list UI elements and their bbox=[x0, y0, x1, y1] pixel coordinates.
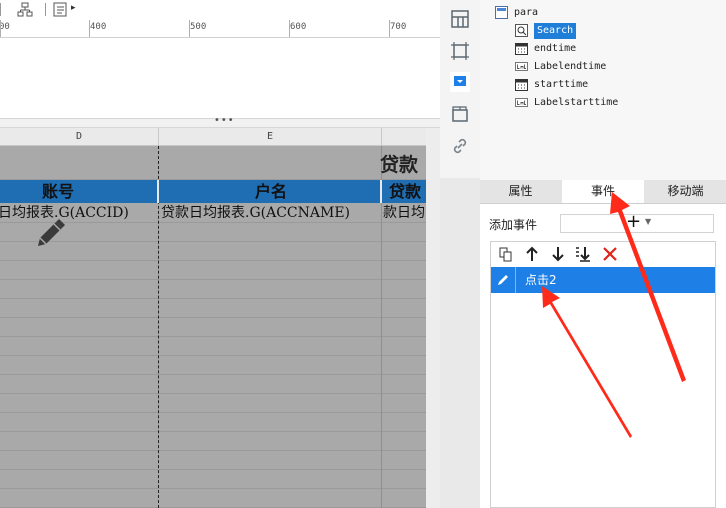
ruler-label: 700 bbox=[390, 22, 407, 32]
edit-event-button[interactable] bbox=[491, 267, 516, 293]
panel-tabs: 属性 事件 移动端 bbox=[480, 180, 726, 204]
tree-item-label: para bbox=[514, 7, 539, 18]
chevron-down-icon[interactable]: ▼ bbox=[645, 217, 651, 226]
plus-icon[interactable]: + bbox=[626, 211, 641, 232]
delete-icon[interactable] bbox=[601, 245, 619, 263]
tree-item-label: Search bbox=[534, 23, 577, 39]
tree-item-label: Labelstarttime bbox=[534, 97, 619, 108]
tab-events[interactable]: 事件 bbox=[562, 180, 644, 203]
horizontal-ruler: 00 400 500 600 700 bbox=[0, 20, 440, 38]
move-up-icon[interactable] bbox=[523, 245, 541, 263]
canvas-margin bbox=[426, 128, 440, 508]
add-event-dropdown[interactable]: + ▼ bbox=[560, 211, 714, 233]
tree-item-label: Labelendtime bbox=[534, 61, 607, 72]
list-icon[interactable] bbox=[53, 2, 69, 18]
event-toolbar bbox=[491, 242, 715, 268]
header-cell-account-name[interactable]: 户名 bbox=[255, 180, 287, 203]
tab-mobile[interactable]: 移动端 bbox=[645, 180, 726, 203]
link-icon[interactable] bbox=[450, 136, 470, 156]
tab-layout-icon[interactable] bbox=[450, 104, 470, 124]
splitter-grip[interactable]: ••• bbox=[214, 115, 235, 126]
tree-item-label: endtime bbox=[534, 43, 577, 54]
report-title-cell[interactable]: 贷款 bbox=[380, 150, 418, 177]
column-header-d[interactable]: D bbox=[0, 128, 158, 146]
tree-item-label: starttime bbox=[534, 79, 589, 90]
tab-properties[interactable]: 属性 bbox=[480, 180, 561, 203]
edit-icon bbox=[498, 275, 508, 285]
chevron-right-icon[interactable]: ▸ bbox=[71, 3, 76, 13]
data-cell-accname[interactable]: 贷款日均报表.G(ACCNAME) bbox=[161, 204, 350, 222]
events-panel: 添加事件 + ▼ 点击2 bbox=[480, 204, 726, 508]
header-cell-account[interactable]: 账号 bbox=[42, 180, 74, 203]
label-icon bbox=[515, 62, 528, 71]
grid-layout-icon[interactable] bbox=[450, 9, 470, 29]
column-header-bar: D E bbox=[0, 128, 440, 146]
event-list: 点击2 bbox=[490, 241, 716, 508]
parameter-canvas[interactable] bbox=[0, 38, 440, 118]
calendar-icon bbox=[515, 79, 528, 91]
ruler-label: 500 bbox=[190, 22, 207, 32]
report-designer: ▸ 00 400 500 600 700 ••• D E 贷款 账号 户名 贷款… bbox=[0, 0, 440, 508]
form-icon bbox=[495, 6, 508, 19]
ruler-label: 600 bbox=[290, 22, 307, 32]
widget-icon-bar bbox=[440, 0, 480, 178]
header-cell-loan[interactable]: 贷款 bbox=[389, 180, 421, 203]
pane-splitter[interactable]: ••• bbox=[0, 115, 440, 128]
add-event-label: 添加事件 bbox=[489, 218, 538, 232]
hierarchy-icon[interactable] bbox=[17, 2, 33, 18]
ruler-label: 400 bbox=[90, 22, 107, 32]
panel-gutter bbox=[440, 178, 480, 508]
label-icon bbox=[515, 98, 528, 107]
dropdown-widget-icon[interactable] bbox=[450, 72, 470, 92]
search-widget-icon bbox=[515, 24, 528, 37]
column-header-e[interactable]: E bbox=[159, 128, 381, 146]
copy-icon[interactable] bbox=[497, 245, 515, 263]
move-to-bottom-icon[interactable] bbox=[574, 245, 592, 263]
calendar-icon bbox=[515, 43, 528, 55]
report-header-row: 账号 户名 贷款 bbox=[0, 180, 426, 203]
report-grid[interactable]: 贷款 账号 户名 贷款 日均报表.G(ACCID) 贷款日均报表.G(ACCNA… bbox=[0, 146, 426, 508]
move-down-icon[interactable] bbox=[549, 245, 567, 263]
event-item-label: 点击2 bbox=[525, 273, 557, 287]
ruler-label: 00 bbox=[0, 22, 10, 32]
designer-toolbar: ▸ bbox=[0, 0, 440, 20]
data-cell-loan[interactable]: 款日均 bbox=[383, 204, 425, 222]
frame-icon[interactable] bbox=[450, 41, 470, 61]
pencil-icon[interactable] bbox=[34, 216, 68, 250]
event-item[interactable]: 点击2 bbox=[491, 267, 715, 293]
widget-tree: para Search endtime Labelendtime startti… bbox=[480, 0, 726, 178]
